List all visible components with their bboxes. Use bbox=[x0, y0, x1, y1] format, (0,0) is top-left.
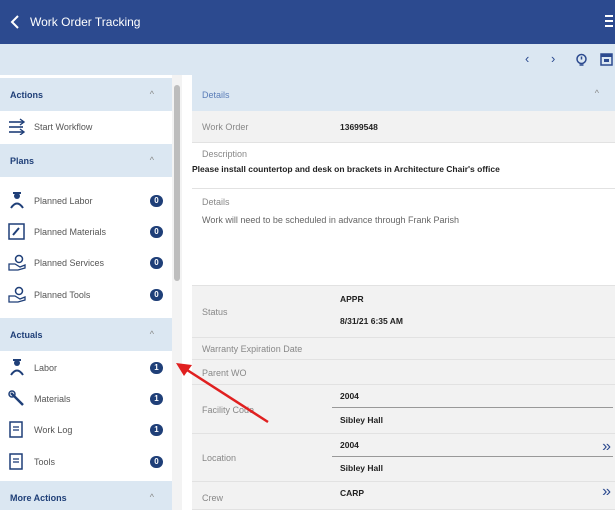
description-text: Please install countertop and desk on br… bbox=[192, 164, 500, 174]
section-header-actuals[interactable]: Actuals ^ bbox=[0, 318, 172, 351]
section-label: Actions bbox=[10, 90, 44, 100]
section-header-plans[interactable]: Plans ^ bbox=[0, 144, 172, 177]
materials-icon bbox=[8, 223, 25, 240]
field-underline bbox=[332, 456, 613, 457]
chevron-up-icon[interactable]: ^ bbox=[150, 492, 154, 502]
count-badge: 1 bbox=[150, 362, 163, 374]
location-code-value[interactable]: 2004 bbox=[340, 440, 359, 450]
sidebar: Actions ^ Start Workflow Plans ^ Planned… bbox=[0, 75, 182, 510]
sidebar-item-planned-materials[interactable]: Planned Materials 0 bbox=[0, 216, 172, 247]
facility-code-value[interactable]: 2004 bbox=[340, 391, 359, 401]
count-badge: 0 bbox=[150, 456, 163, 468]
field-underline bbox=[332, 407, 613, 408]
workflow-icon bbox=[9, 118, 26, 135]
field-label: Warranty Expiration Date bbox=[202, 344, 303, 354]
worker-icon bbox=[10, 192, 24, 209]
sidebar-item-label: Planned Services bbox=[34, 258, 105, 268]
section-label: Actuals bbox=[10, 330, 43, 340]
wrench-icon bbox=[8, 390, 24, 406]
hamburger-menu-icon[interactable] bbox=[605, 15, 613, 29]
description-row: Description Please install countertop an… bbox=[192, 143, 615, 189]
back-chevron-icon[interactable] bbox=[8, 14, 22, 30]
field-label: Location bbox=[202, 453, 237, 463]
sidebar-item-planned-labor[interactable]: Planned Labor 0 bbox=[0, 185, 172, 216]
facility-name-value: Sibley Hall bbox=[340, 415, 383, 425]
sidebar-item-label: Start Workflow bbox=[34, 122, 93, 132]
sidebar-item-start-workflow[interactable]: Start Workflow bbox=[0, 111, 172, 142]
status-date: 8/31/21 6:35 AM bbox=[340, 316, 403, 326]
details-text: Work will need to be scheduled in advanc… bbox=[202, 215, 459, 225]
sidebar-item-planned-tools[interactable]: Planned Tools 0 bbox=[0, 279, 172, 310]
location-row: Location 2004 Sibley Hall » bbox=[192, 434, 615, 482]
previous-record-icon[interactable]: ‹ bbox=[525, 51, 529, 66]
double-chevron-right-icon[interactable]: » bbox=[602, 438, 611, 456]
work-order-row: Work Order 13699548 bbox=[192, 111, 615, 143]
sidebar-item-labor[interactable]: Labor 1 bbox=[0, 352, 172, 383]
details-row: Details Work will need to be scheduled i… bbox=[192, 189, 615, 286]
count-badge: 1 bbox=[150, 393, 163, 405]
section-label: Plans bbox=[10, 156, 35, 166]
calendar-icon[interactable] bbox=[600, 52, 613, 66]
sidebar-item-label: Tools bbox=[34, 457, 56, 467]
section-header-more-actions[interactable]: More Actions ^ bbox=[0, 481, 172, 510]
field-label: Details bbox=[202, 197, 230, 207]
details-panel: Details ^ Work Order 13699548 Descriptio… bbox=[192, 75, 615, 510]
worker-icon bbox=[10, 359, 24, 376]
chevron-up-icon[interactable]: ^ bbox=[595, 88, 599, 98]
app-header: Work Order Tracking bbox=[0, 0, 615, 44]
tools-icon bbox=[8, 286, 26, 303]
record-toolbar: ‹ › bbox=[0, 44, 615, 75]
field-label: Work Order bbox=[202, 122, 249, 132]
chevron-up-icon[interactable]: ^ bbox=[150, 89, 154, 99]
services-icon bbox=[8, 254, 26, 271]
log-icon bbox=[9, 421, 23, 438]
scrollbar-thumb[interactable] bbox=[174, 85, 180, 281]
section-header-actions[interactable]: Actions ^ bbox=[0, 78, 172, 111]
field-label: Status bbox=[202, 307, 228, 317]
sidebar-item-label: Planned Materials bbox=[34, 227, 107, 237]
next-record-icon[interactable]: › bbox=[551, 51, 555, 66]
section-label: Details bbox=[202, 90, 230, 100]
status-row: Status APPR 8/31/21 6:35 AM bbox=[192, 286, 615, 338]
sidebar-item-label: Work Log bbox=[34, 425, 73, 435]
chevron-up-icon[interactable]: ^ bbox=[150, 155, 154, 165]
sidebar-item-materials[interactable]: Materials 1 bbox=[0, 383, 172, 414]
warranty-row: Warranty Expiration Date bbox=[192, 338, 615, 360]
count-badge: 0 bbox=[150, 195, 163, 207]
log-icon bbox=[9, 453, 23, 470]
section-label: More Actions bbox=[10, 493, 67, 503]
details-section-header[interactable]: Details ^ bbox=[192, 75, 615, 111]
sidebar-item-tools[interactable]: Tools 0 bbox=[0, 446, 172, 477]
double-chevron-right-icon[interactable]: » bbox=[602, 483, 611, 501]
field-label: Crew bbox=[202, 493, 224, 503]
count-badge: 0 bbox=[150, 226, 163, 238]
sidebar-scrollbar[interactable] bbox=[172, 75, 182, 510]
count-badge: 0 bbox=[150, 289, 163, 301]
sidebar-item-label: Labor bbox=[34, 363, 58, 373]
location-name-value: Sibley Hall bbox=[340, 463, 383, 473]
sidebar-item-work-log[interactable]: Work Log 1 bbox=[0, 414, 172, 445]
sidebar-item-label: Materials bbox=[34, 394, 71, 404]
sidebar-item-label: Planned Tools bbox=[34, 290, 91, 300]
lightbulb-icon[interactable] bbox=[575, 53, 588, 66]
crew-row: Crew CARP » bbox=[192, 482, 615, 510]
page-title: Work Order Tracking bbox=[30, 15, 141, 29]
sidebar-item-planned-services[interactable]: Planned Services 0 bbox=[0, 247, 172, 278]
chevron-up-icon[interactable]: ^ bbox=[150, 329, 154, 339]
status-value: APPR bbox=[340, 294, 364, 304]
count-badge: 0 bbox=[150, 257, 163, 269]
sidebar-item-label: Planned Labor bbox=[34, 196, 93, 206]
count-badge: 1 bbox=[150, 424, 163, 436]
annotation-arrow bbox=[176, 363, 269, 424]
field-label: Description bbox=[202, 149, 248, 159]
work-order-number: 13699548 bbox=[340, 122, 378, 132]
crew-value[interactable]: CARP bbox=[340, 488, 364, 498]
